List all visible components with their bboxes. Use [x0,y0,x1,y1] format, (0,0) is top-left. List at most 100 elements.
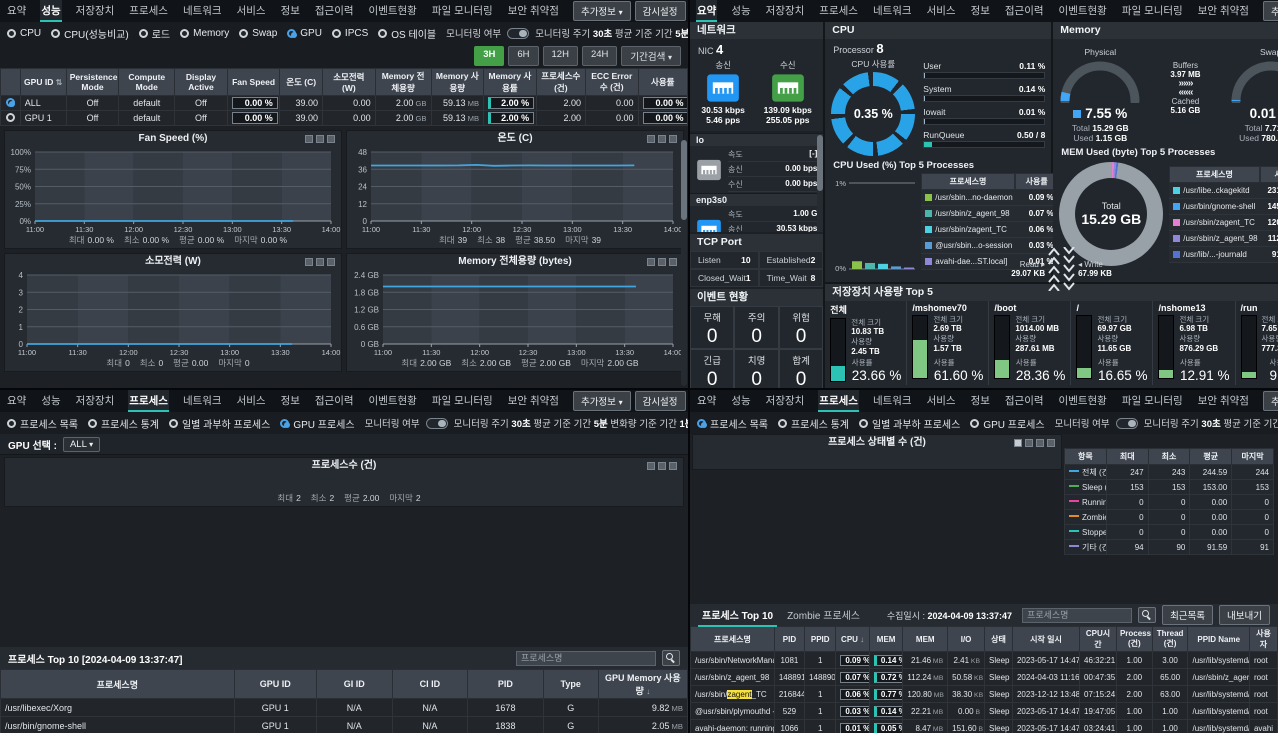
chart-tool-icon-1[interactable] [658,135,666,143]
tab-요약[interactable]: 요약 [6,0,27,22]
tab-성능[interactable]: 성능 [40,0,61,22]
radio-OS 테이블[interactable]: OS 테이블 [378,26,436,41]
search-button[interactable] [662,650,680,666]
tab-네트워크[interactable]: 네트워크 [182,0,223,22]
search-button-2[interactable] [1138,607,1156,623]
tab-요약[interactable]: 요약 [696,390,717,412]
process-search-input[interactable] [516,651,656,666]
chart-tool-icon-2[interactable] [327,135,335,143]
row-select-radio[interactable] [6,113,15,122]
header-button-1[interactable]: 감시설정 [635,1,686,21]
tab-파일 모니터링[interactable]: 파일 모니터링 [1121,390,1184,412]
tab-서비스[interactable]: 서비스 [236,390,267,412]
chart-tool-icon-3[interactable] [1047,439,1055,447]
monitoring-toggle[interactable] [1116,418,1138,429]
tab-접근이력[interactable]: 접근이력 [314,0,355,22]
tab-이벤트현황[interactable]: 이벤트현황 [1058,0,1108,22]
radio-IPCS[interactable]: IPCS [332,28,368,39]
period-12H[interactable]: 12H [543,46,578,66]
tab-보안 취약점[interactable]: 보안 취약점 [1197,390,1250,412]
period-24H[interactable]: 24H [582,46,617,66]
radio-로드[interactable]: 로드 [139,26,170,41]
radio-일별 과부하 프로세스[interactable]: 일별 과부하 프로세스 [859,416,960,431]
tab-네트워크[interactable]: 네트워크 [872,0,913,22]
radio-Swap[interactable]: Swap [239,28,277,39]
chart-tool-icon-1[interactable] [1025,439,1033,447]
tab-이벤트현황[interactable]: 이벤트현황 [368,0,418,22]
tab-저장장치[interactable]: 저장장치 [75,390,116,412]
chart-tool-icon-2[interactable] [669,462,677,470]
header-button-0[interactable]: 추가정보 ▾ [573,391,631,411]
period-search-button[interactable]: 기간검색 ▾ [621,46,681,66]
header-button-1[interactable]: 감시설정 [635,391,686,411]
radio-프로세스 목록[interactable]: 프로세스 목록 [7,416,78,431]
tab-성능[interactable]: 성능 [730,0,751,22]
header-button-0[interactable]: 추가정보 ▾ [573,1,631,21]
tab-저장장치[interactable]: 저장장치 [75,0,116,22]
radio-CPU[interactable]: CPU [7,28,41,39]
gpu-process-row[interactable]: /usr/libexec/XorgGPU 1N/AN/A1678G9.82 MB [1,699,688,717]
interface-scrollbar[interactable] [817,135,823,232]
table-button-0[interactable]: 최근목록 [1162,605,1213,625]
radio-프로세스 통계[interactable]: 프로세스 통계 [778,416,849,431]
tab-접근이력[interactable]: 접근이력 [1004,390,1045,412]
tab-보안 취약점[interactable]: 보안 취약점 [507,0,560,22]
radio-일별 과부하 프로세스[interactable]: 일별 과부하 프로세스 [169,416,270,431]
radio-프로세스 통계[interactable]: 프로세스 통계 [88,416,159,431]
chart-tool-icon-0[interactable] [647,258,655,266]
tab-정보[interactable]: 정보 [970,0,991,22]
tab-파일 모니터링[interactable]: 파일 모니터링 [431,390,494,412]
proc-tab-Zombie 프로세스[interactable]: Zombie 프로세스 [783,604,864,627]
chart-tool-icon-0[interactable] [647,135,655,143]
row-select-radio[interactable] [6,98,15,107]
process-row[interactable]: /usr/sbin/z_agent_981488911488900.07 %0.… [691,669,1278,686]
gpu-process-row[interactable]: /usr/bin/gnome-shellGPU 1N/AN/A1838G2.05… [1,717,688,733]
tab-이벤트현황[interactable]: 이벤트현황 [1058,390,1108,412]
monitoring-toggle[interactable] [426,418,448,429]
period-6H[interactable]: 6H [508,46,538,66]
tab-서비스[interactable]: 서비스 [926,0,957,22]
tab-보안 취약점[interactable]: 보안 취약점 [507,390,560,412]
scrollbar[interactable] [681,140,687,386]
chart-tool-icon-0[interactable] [1014,439,1022,447]
chart-tool-icon-2[interactable] [327,258,335,266]
period-3H[interactable]: 3H [474,46,504,66]
chart-tool-icon-2[interactable] [669,135,677,143]
tab-이벤트현황[interactable]: 이벤트현황 [368,390,418,412]
radio-GPU 프로세스[interactable]: GPU 프로세스 [970,416,1044,431]
tab-프로세스[interactable]: 프로세스 [128,0,169,22]
tab-서비스[interactable]: 서비스 [236,0,267,22]
tab-보안 취약점[interactable]: 보안 취약점 [1197,0,1250,22]
tab-프로세스[interactable]: 프로세스 [818,0,859,22]
header-button-0[interactable]: 추가정보 ▾ [1263,1,1278,21]
tab-성능[interactable]: 성능 [730,390,751,412]
tab-정보[interactable]: 정보 [280,390,301,412]
process-search-input-2[interactable] [1022,608,1132,623]
monitoring-toggle[interactable] [507,28,529,39]
chart-tool-icon-2[interactable] [1036,439,1044,447]
proc-tab-프로세스 Top 10[interactable]: 프로세스 Top 10 [698,604,777,627]
header-button-0[interactable]: 추가정보 ▾ [1263,391,1278,411]
tab-네트워크[interactable]: 네트워크 [182,390,223,412]
tab-서비스[interactable]: 서비스 [926,390,957,412]
radio-프로세스 목록[interactable]: 프로세스 목록 [697,416,768,431]
chart-tool-icon-0[interactable] [647,462,655,470]
tab-네트워크[interactable]: 네트워크 [872,390,913,412]
tab-요약[interactable]: 요약 [696,0,717,22]
process-row[interactable]: /usr/sbin/NetworkManager --no-108110.09 … [691,652,1278,669]
tab-저장장치[interactable]: 저장장치 [765,0,806,22]
chart-tool-icon-0[interactable] [305,258,313,266]
radio-Memory[interactable]: Memory [180,28,229,39]
radio-GPU 프로세스[interactable]: GPU 프로세스 [280,416,354,431]
tab-요약[interactable]: 요약 [6,390,27,412]
radio-CPU(성능비교)[interactable]: CPU(성능비교) [51,26,129,41]
chart-tool-icon-2[interactable] [669,258,677,266]
chart-tool-icon-1[interactable] [316,258,324,266]
process-row[interactable]: /usr/sbin/zagent_TC216844210.06 %0.77 %1… [691,686,1278,703]
chart-tool-icon-1[interactable] [658,462,666,470]
tab-정보[interactable]: 정보 [970,390,991,412]
tab-저장장치[interactable]: 저장장치 [765,390,806,412]
chart-tool-icon-0[interactable] [305,135,313,143]
chart-tool-icon-1[interactable] [316,135,324,143]
tab-프로세스[interactable]: 프로세스 [128,390,169,412]
